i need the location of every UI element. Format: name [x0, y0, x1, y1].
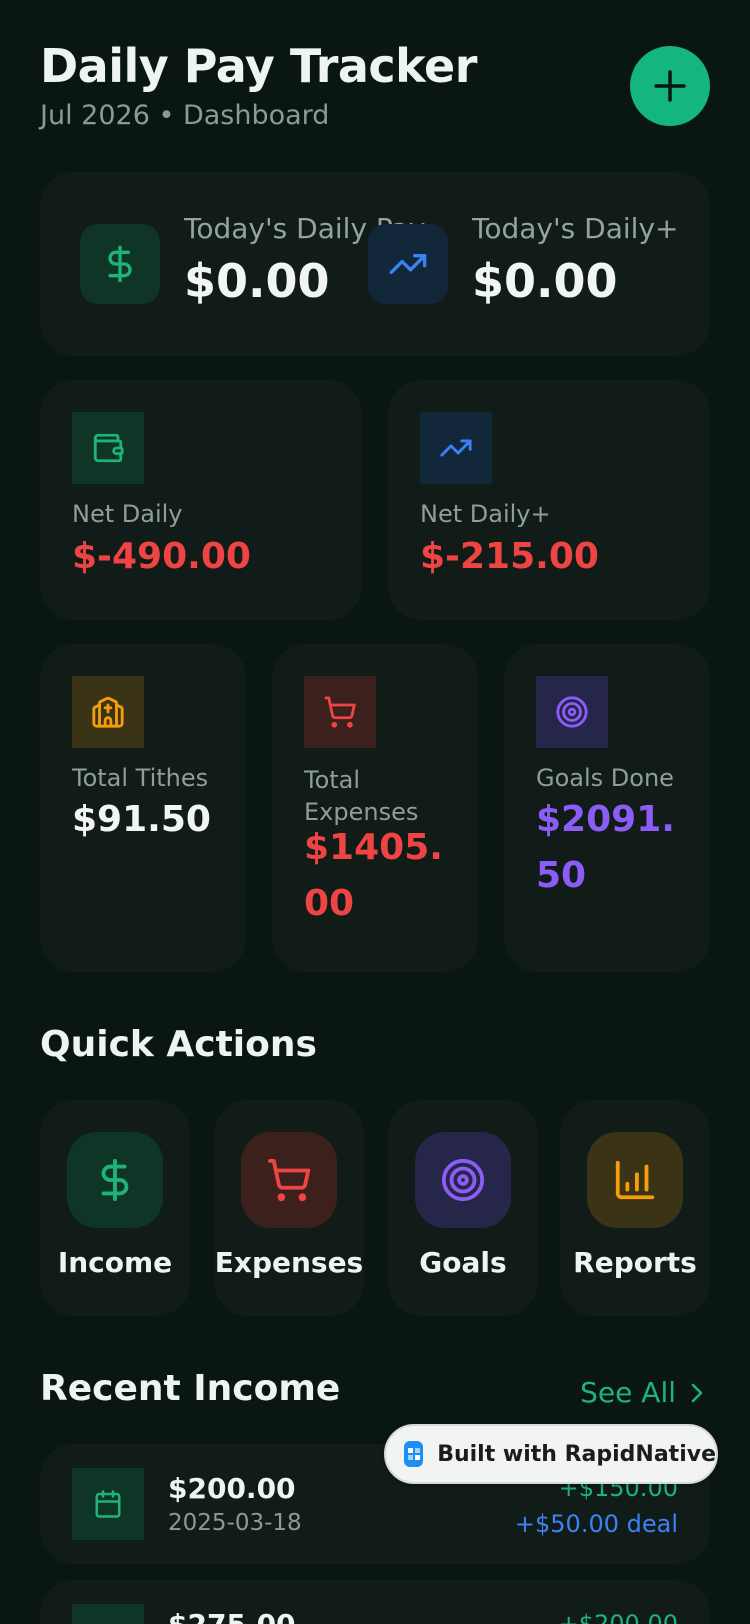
rapidnative-logo-icon: [404, 1441, 424, 1467]
daily-plus-value: $0.00: [472, 254, 618, 308]
quick-action-expenses-label: Expenses: [214, 1246, 364, 1279]
dashboard-screen: Daily Pay Tracker Jul 2026 • Dashboard T…: [0, 0, 750, 1624]
income-amount: $275.00: [168, 1608, 296, 1624]
cart-icon: [304, 676, 376, 748]
goals-done-value: $2091.50: [536, 799, 675, 896]
quick-action-reports[interactable]: Reports: [560, 1100, 710, 1316]
cart-icon: [241, 1132, 337, 1228]
goals-done-label: Goals Done: [536, 764, 674, 792]
daily-pay-value: $0.00: [184, 254, 330, 308]
net-daily-plus-label: Net Daily+: [420, 500, 551, 528]
quick-action-income[interactable]: Income: [40, 1100, 190, 1316]
quick-action-income-label: Income: [57, 1246, 173, 1279]
header: Daily Pay Tracker Jul 2026 • Dashboard: [40, 38, 710, 138]
page-title: Daily Pay Tracker: [40, 39, 477, 93]
income-deal: +$50.00 deal: [514, 1510, 678, 1538]
net-daily-card[interactable]: Net Daily $-490.00: [40, 380, 362, 620]
calendar-icon: [72, 1604, 144, 1624]
see-all-link[interactable]: See All: [580, 1376, 704, 1409]
quick-action-expenses[interactable]: Expenses: [214, 1100, 364, 1316]
wallet-icon: [72, 412, 144, 484]
built-with-badge[interactable]: Built with RapidNative: [384, 1424, 718, 1484]
quick-action-goals[interactable]: Goals: [388, 1100, 538, 1316]
goals-done-card[interactable]: Goals Done $2091.50: [504, 644, 710, 972]
quick-actions-title: Quick Actions: [40, 1024, 317, 1065]
income-amount: $200.00: [168, 1472, 296, 1505]
see-all-label: See All: [580, 1376, 676, 1409]
net-daily-plus-card[interactable]: Net Daily+ $-215.00: [388, 380, 710, 620]
income-row[interactable]: $275.00 +$200.00: [40, 1580, 710, 1624]
income-base: +$200.00: [558, 1610, 678, 1624]
badge-text: Built with RapidNative: [437, 1441, 716, 1467]
bar-chart-icon: [587, 1132, 683, 1228]
total-tithes-card[interactable]: Total Tithes $91.50: [40, 644, 246, 972]
quick-action-goals-label: Goals: [419, 1246, 507, 1279]
add-button[interactable]: [630, 46, 710, 126]
net-daily-label: Net Daily: [72, 500, 183, 528]
recent-income-title: Recent Income: [40, 1368, 341, 1409]
dollar-icon: [67, 1132, 163, 1228]
net-daily-plus-value: $-215.00: [420, 536, 599, 577]
total-expenses-value: $1405.00: [304, 827, 443, 924]
target-icon: [536, 676, 608, 748]
trending-up-icon: [420, 412, 492, 484]
page-subtitle: Jul 2026 • Dashboard: [40, 100, 330, 131]
daily-plus-label: Today's Daily+: [472, 212, 679, 245]
net-daily-value: $-490.00: [72, 536, 251, 577]
today-summary-card: Today's Daily Pay $0.00 Today's Daily+ $…: [40, 172, 710, 356]
dollar-icon: [80, 224, 160, 304]
calendar-icon: [72, 1468, 144, 1540]
trending-up-icon: [368, 224, 448, 304]
total-expenses-card[interactable]: Total Expenses $1405.00: [272, 644, 478, 972]
plus-icon: [654, 70, 686, 102]
quick-action-reports-label: Reports: [573, 1246, 697, 1279]
chevron-right-icon: [691, 1383, 703, 1402]
total-expenses-label: Total Expenses: [304, 766, 419, 826]
church-icon: [72, 676, 144, 748]
income-date: 2025-03-18: [168, 1510, 302, 1536]
total-tithes-value: $91.50: [72, 799, 211, 840]
target-icon: [415, 1132, 511, 1228]
total-tithes-label: Total Tithes: [72, 764, 209, 792]
